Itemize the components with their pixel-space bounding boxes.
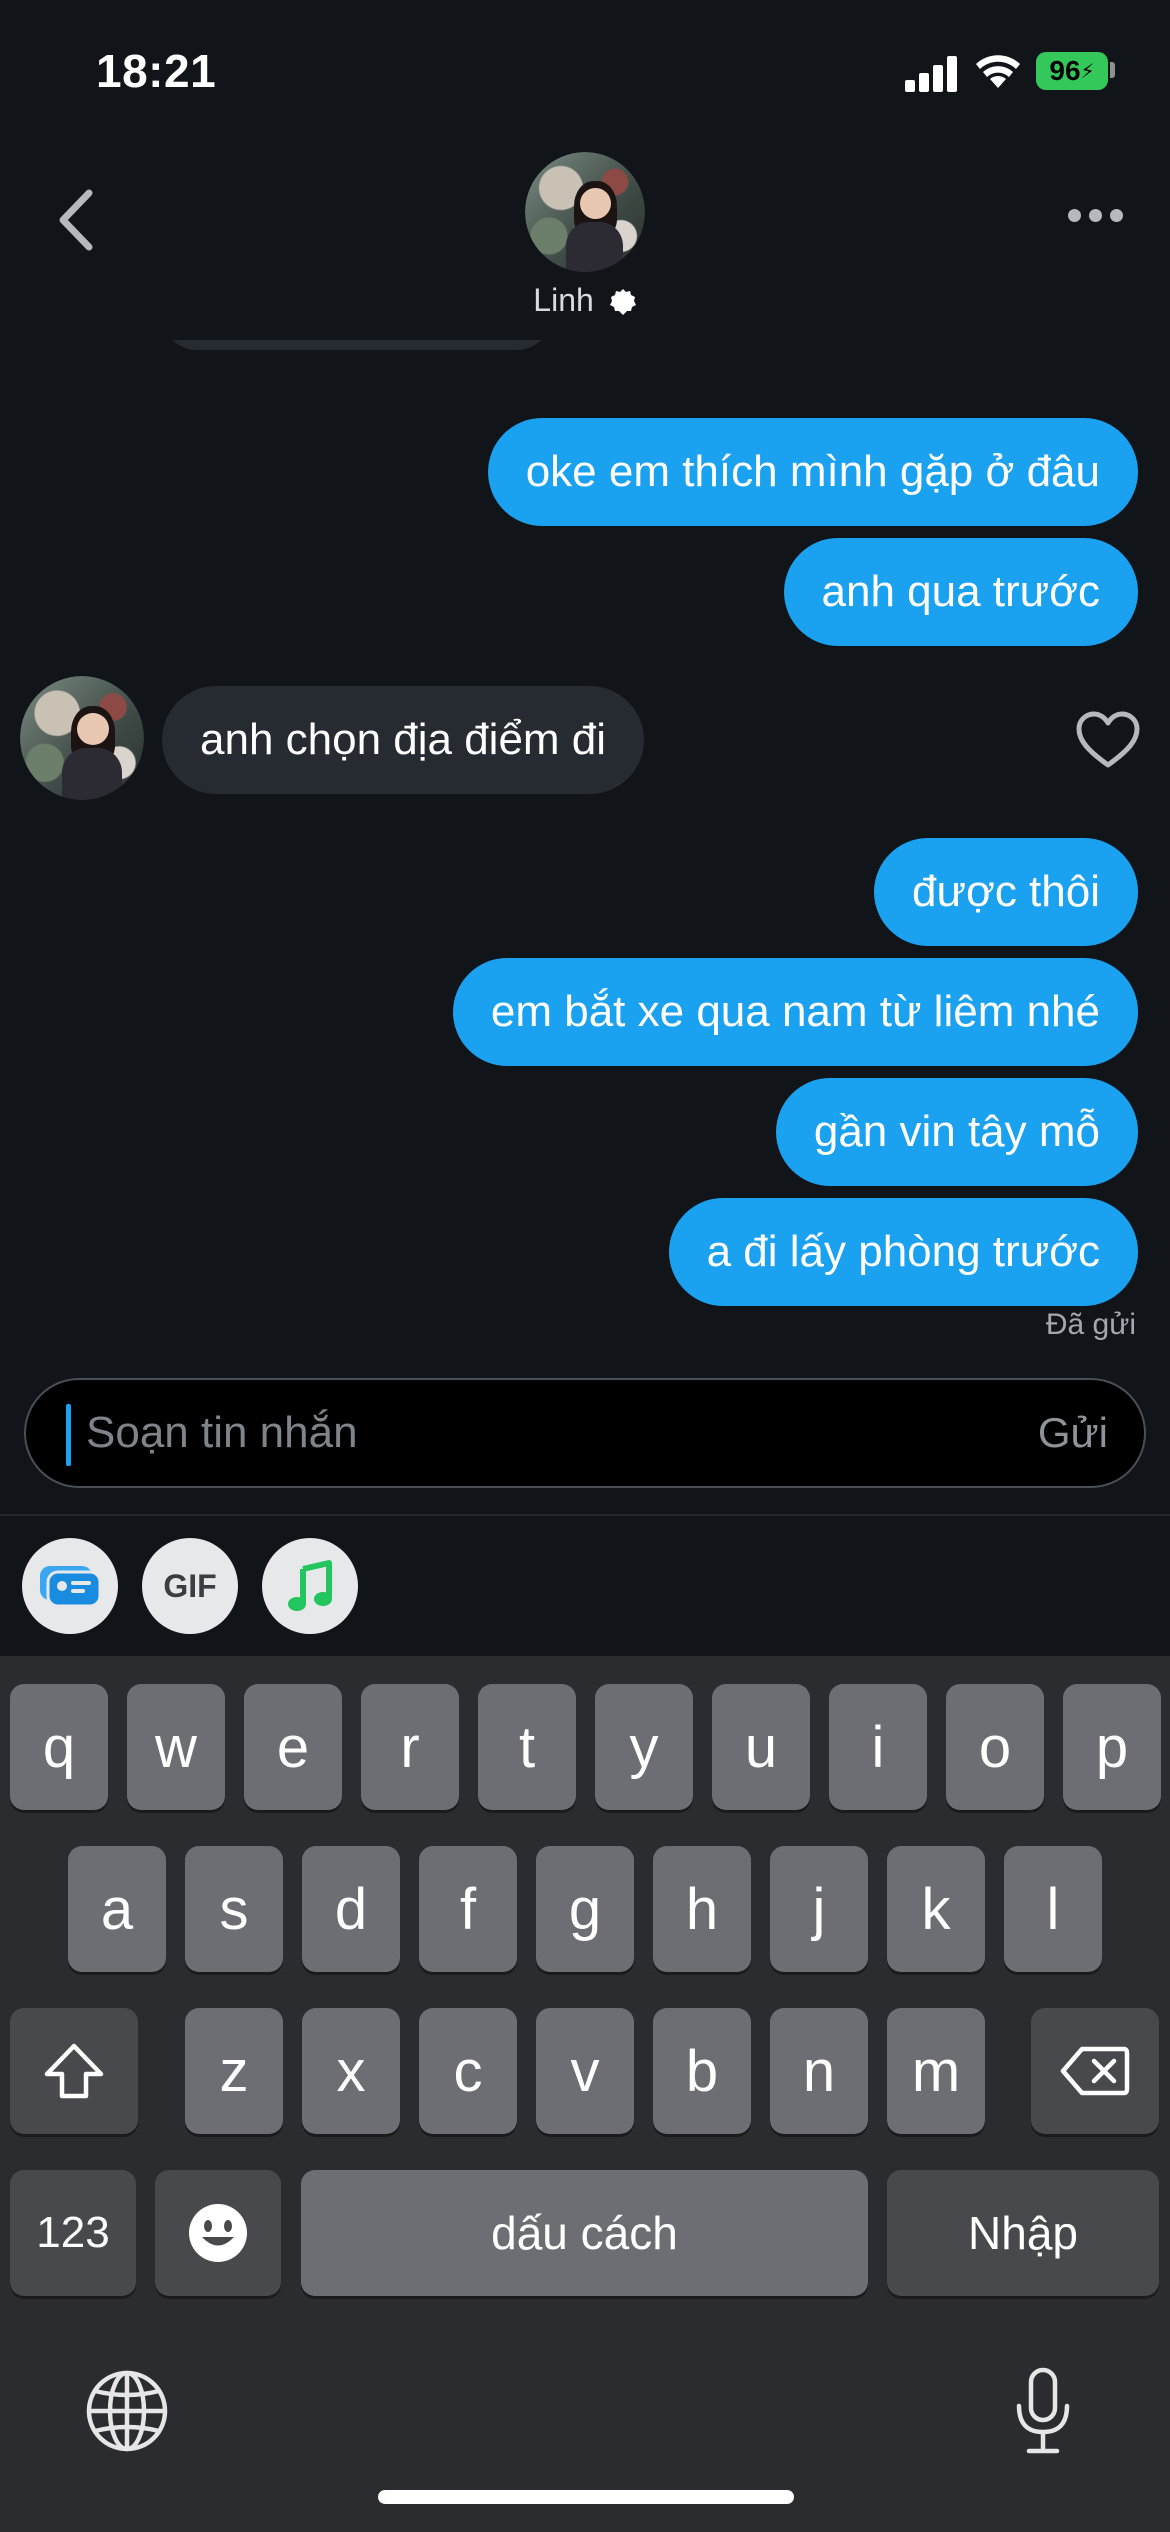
emoji-key[interactable] <box>155 2170 281 2296</box>
contact-avatar[interactable] <box>525 152 645 272</box>
cellular-signal-icon <box>905 56 961 92</box>
outgoing-message[interactable]: được thôi <box>874 838 1138 946</box>
music-button[interactable] <box>262 1538 358 1634</box>
key-g[interactable]: g <box>536 1846 634 1972</box>
key-d[interactable]: d <box>302 1846 400 1972</box>
key-m[interactable]: m <box>887 2008 985 2134</box>
shift-key[interactable] <box>10 2008 138 2134</box>
key-j[interactable]: j <box>770 1846 868 1972</box>
outgoing-message[interactable]: oke em thích mình gặp ở đâu <box>487 418 1138 526</box>
key-a[interactable]: a <box>68 1846 166 1972</box>
key-u[interactable]: u <box>712 1684 810 1810</box>
battery-level: 96 <box>1049 55 1081 86</box>
message-input[interactable] <box>86 1380 986 1486</box>
globe-icon <box>86 2370 168 2452</box>
key-y[interactable]: y <box>595 1684 693 1810</box>
more-options-button[interactable] <box>1055 185 1135 245</box>
back-button[interactable] <box>40 180 110 260</box>
key-z[interactable]: z <box>185 2008 283 2134</box>
chat-header: Linh <box>0 140 1170 340</box>
key-k[interactable]: k <box>887 1846 985 1972</box>
message-composer[interactable]: Gửi <box>24 1378 1146 1488</box>
microphone-icon <box>1016 2367 1070 2454</box>
key-l[interactable]: l <box>1004 1846 1102 1972</box>
more-dot-icon <box>1109 208 1123 222</box>
key-o[interactable]: o <box>946 1684 1044 1810</box>
emoji-icon <box>189 2204 247 2262</box>
key-v[interactable]: v <box>536 2008 634 2134</box>
key-f[interactable]: f <box>419 1846 517 1972</box>
key-w[interactable]: w <box>127 1684 225 1810</box>
chevron-left-icon <box>59 189 93 251</box>
contact-name: Linh <box>533 282 594 318</box>
key-c[interactable]: c <box>419 2008 517 2134</box>
delete-key[interactable] <box>1031 2008 1159 2134</box>
globe-button[interactable] <box>82 2366 172 2456</box>
send-button[interactable]: Gửi <box>1038 1380 1108 1486</box>
incoming-message[interactable]: anh chọn địa điểm đi <box>162 686 645 794</box>
key-s[interactable]: s <box>185 1846 283 1972</box>
chat-screen: 18:21 96 ⚡ Linh oke em thích mình gặp ở … <box>0 0 1170 2532</box>
outgoing-message[interactable]: anh qua trước <box>783 538 1138 646</box>
numbers-key[interactable]: 123 <box>10 2170 136 2296</box>
keyboard: q w e r t y u i o p a s d f g h j k l z … <box>0 1656 1170 2532</box>
text-caret <box>66 1404 71 1466</box>
gif-button[interactable]: GIF <box>142 1538 238 1634</box>
key-e[interactable]: e <box>244 1684 342 1810</box>
sender-avatar[interactable] <box>20 676 144 800</box>
outgoing-message[interactable]: a đi lấy phòng trước <box>668 1198 1138 1306</box>
verified-badge-icon <box>609 289 636 315</box>
more-dot-icon <box>1067 208 1081 222</box>
key-i[interactable]: i <box>829 1684 927 1810</box>
shift-arrow-icon <box>44 2043 104 2099</box>
return-key[interactable]: Nhập <box>887 2170 1159 2296</box>
space-key[interactable]: dấu cách <box>301 2170 868 2296</box>
sticker-button[interactable] <box>22 1538 118 1634</box>
status-time: 18:21 <box>96 45 217 97</box>
dictation-button[interactable] <box>998 2366 1088 2456</box>
contact-name-row[interactable]: Linh <box>0 282 1170 319</box>
music-note-icon <box>288 1560 332 1611</box>
battery-icon: 96 ⚡ <box>1036 52 1108 90</box>
key-x[interactable]: x <box>302 2008 400 2134</box>
key-p[interactable]: p <box>1063 1684 1161 1810</box>
card-message-icon <box>40 1566 102 1608</box>
key-n[interactable]: n <box>770 2008 868 2134</box>
key-b[interactable]: b <box>653 2008 751 2134</box>
home-indicator[interactable] <box>378 2490 794 2504</box>
backspace-icon <box>1060 2046 1130 2096</box>
key-t[interactable]: t <box>478 1684 576 1810</box>
key-q[interactable]: q <box>10 1684 108 1810</box>
more-dot-icon <box>1088 208 1102 222</box>
battery-tip <box>1110 62 1115 78</box>
key-r[interactable]: r <box>361 1684 459 1810</box>
outgoing-message[interactable]: em bắt xe qua nam từ liêm nhé <box>452 958 1138 1066</box>
sent-status: Đã gửi <box>1045 1308 1136 1341</box>
status-bar: 18:21 96 ⚡ <box>0 0 1170 140</box>
message-list[interactable]: oke em thích mình gặp ở đâu anh qua trướ… <box>0 280 1170 1341</box>
heart-icon[interactable] <box>1075 710 1141 770</box>
attachment-row: GIF <box>0 1516 1170 1656</box>
outgoing-message[interactable]: gần vin tây mỗ <box>775 1078 1138 1186</box>
wifi-icon <box>976 55 1020 88</box>
key-h[interactable]: h <box>653 1846 751 1972</box>
